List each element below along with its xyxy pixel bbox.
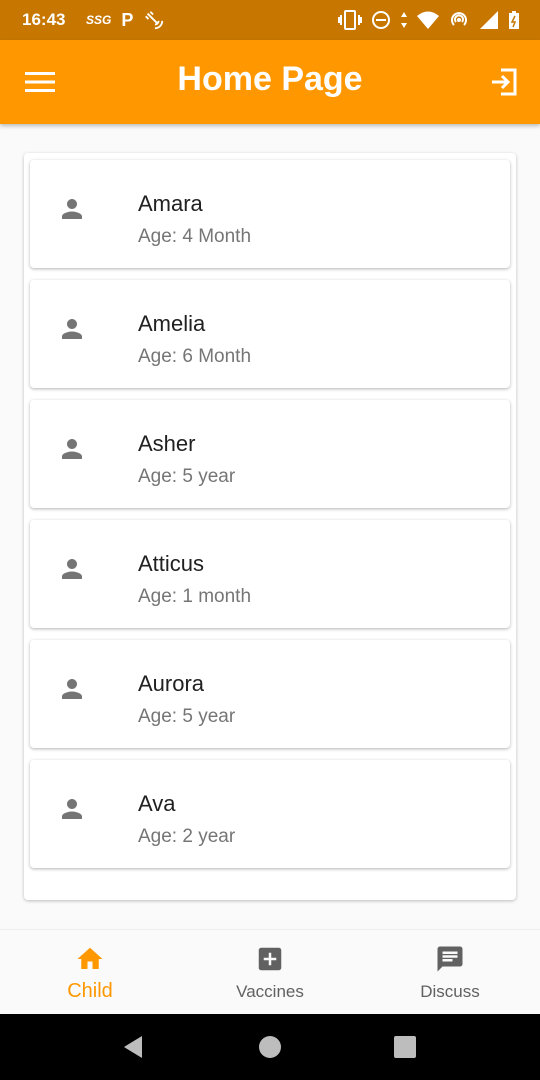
child-name: Amara [138, 191, 203, 216]
nav-tab-vaccines[interactable]: Vaccines [180, 930, 360, 1015]
child-card[interactable]: Amara Age: 4 Month [30, 160, 510, 268]
child-list: Amara Age: 4 Month Amelia Age: 6 Month A… [24, 153, 516, 900]
system-nav-bar [0, 1014, 540, 1080]
chat-icon [437, 946, 463, 972]
child-card[interactable]: Ava Age: 2 year [30, 760, 510, 868]
satellite-icon [145, 11, 164, 30]
home-icon [77, 947, 103, 969]
child-name: Amelia [138, 311, 206, 336]
child-name: Aurora [138, 671, 205, 696]
parking-icon: P [121, 9, 134, 30]
child-age: Age: 2 year [138, 826, 236, 847]
person-icon [62, 319, 82, 339]
logout-icon [492, 68, 517, 96]
child-card[interactable]: Atticus Age: 1 month [30, 520, 510, 628]
signal-icon [480, 11, 498, 29]
person-icon [62, 799, 82, 819]
child-age: Age: 1 month [138, 586, 252, 607]
child-name: Asher [138, 431, 196, 456]
person-icon [62, 679, 82, 699]
person-icon [62, 559, 82, 579]
page-title: Home Page [177, 60, 363, 98]
status-bar: 16:43 SSG P [0, 0, 540, 40]
child-age: Age: 4 Month [138, 226, 252, 247]
bottom-nav: Child Vaccines Discuss [0, 929, 540, 1015]
child-card[interactable]: Aurora Age: 5 year [30, 640, 510, 748]
battery-icon [509, 11, 519, 29]
data-arrows-icon [401, 12, 407, 28]
child-name: Ava [138, 791, 176, 816]
child-card[interactable]: Asher Age: 5 year [30, 400, 510, 508]
vibrate-icon [338, 10, 362, 30]
status-left-icons: SSG P [86, 9, 165, 31]
medical-plus-icon [258, 947, 282, 971]
nav-label-discuss: Discuss [420, 982, 480, 1001]
nav-tab-child[interactable]: Child [0, 930, 180, 1015]
home-circle-icon[interactable] [257, 1034, 283, 1060]
recents-icon[interactable] [392, 1034, 418, 1060]
child-age: Age: 6 Month [138, 346, 252, 367]
ssg-icon: SSG [86, 13, 112, 27]
back-icon[interactable] [120, 1034, 146, 1060]
child-name: Atticus [138, 551, 205, 576]
wifi-icon [417, 11, 439, 29]
child-age: Age: 5 year [138, 466, 236, 487]
app-bar: Home Page [0, 40, 540, 124]
person-icon [62, 439, 82, 459]
nav-label-child: Child [67, 980, 113, 1002]
logout-button[interactable] [478, 56, 530, 108]
child-card[interactable]: Amelia Age: 6 Month [30, 280, 510, 388]
person-icon [62, 199, 82, 219]
status-time: 16:43 [22, 10, 66, 29]
status-right-icons [338, 8, 520, 32]
nav-label-vaccines: Vaccines [236, 982, 304, 1001]
child-age: Age: 5 year [138, 706, 236, 727]
hotspot-icon [451, 12, 467, 26]
nav-tab-discuss[interactable]: Discuss [360, 930, 540, 1015]
do-not-disturb-icon [372, 11, 390, 29]
